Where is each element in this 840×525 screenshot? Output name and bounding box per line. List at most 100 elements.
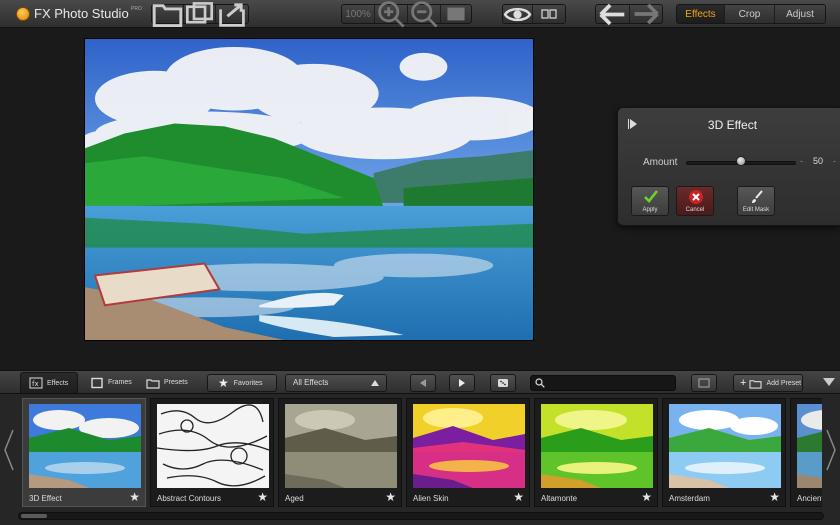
- browser-toolbar: fx Effects Frames Presets ★ Favorites Al…: [0, 370, 840, 394]
- favorite-star-icon[interactable]: ★: [385, 491, 396, 503]
- tab-frames[interactable]: Frames: [82, 372, 136, 393]
- effect-thumbnail[interactable]: Alien Skin ★: [406, 398, 530, 507]
- fit-screen-icon: [447, 7, 465, 21]
- compare-icon: [541, 9, 557, 19]
- preset-folder-icon: [146, 378, 160, 389]
- open-button[interactable]: [152, 3, 184, 27]
- thumbnail-scrollbar[interactable]: [18, 512, 824, 520]
- effects-browser: fx Effects Frames Presets ★ Favorites Al…: [0, 370, 840, 525]
- amount-increment[interactable]: -: [833, 156, 836, 166]
- fx-icon: fx: [29, 377, 43, 389]
- preset-folder-icon: [749, 379, 762, 389]
- effect-thumbnail[interactable]: Altamonte ★: [534, 398, 658, 507]
- checkmark-icon: [644, 190, 659, 203]
- effect-thumbnails: 3D Effect ★ Abstract Contours ★ Aged ★ A…: [18, 398, 822, 508]
- tab-effects-browser[interactable]: fx Effects: [20, 372, 78, 393]
- star-icon: ★: [218, 376, 229, 390]
- thumbnail-label: 3D Effect: [29, 494, 62, 503]
- zoom-button-group: 100%: [341, 1, 472, 28]
- scroll-right-button[interactable]: [825, 428, 837, 472]
- tab-effects[interactable]: Effects: [677, 5, 725, 23]
- thumbnail-image: [413, 404, 525, 488]
- thumbnail-image: [285, 404, 397, 488]
- zoom-level[interactable]: 100%: [342, 5, 375, 23]
- scrollbar-thumb[interactable]: [21, 514, 47, 518]
- edit-mask-button[interactable]: Edit Mask: [737, 186, 775, 216]
- add-preset-label: Add Preset: [766, 379, 802, 387]
- effect-title: 3D Effect: [707, 118, 758, 132]
- random-effect-button[interactable]: [490, 374, 516, 392]
- compare-button[interactable]: [533, 5, 565, 23]
- collapse-browser-icon[interactable]: [823, 378, 835, 386]
- search-input[interactable]: [549, 377, 673, 389]
- favorite-star-icon[interactable]: ★: [513, 491, 524, 503]
- amount-label: Amount: [643, 157, 678, 168]
- redo-button[interactable]: [630, 3, 662, 25]
- cancel-button-label: Cancel: [685, 207, 705, 213]
- share-button[interactable]: [216, 3, 248, 27]
- add-preset-button[interactable]: + Add Preset: [733, 374, 803, 392]
- top-toolbar: FX Photo Studio PRO 100% Effects Crop Ad…: [0, 0, 840, 28]
- panel-layout-icon: [698, 378, 710, 388]
- fit-screen-button[interactable]: [441, 5, 471, 23]
- redo-icon: [634, 3, 659, 25]
- app-title: FX Photo Studio: [34, 6, 129, 21]
- effect-thumbnail[interactable]: Amsterdam ★: [662, 398, 786, 507]
- apply-button[interactable]: Apply: [631, 186, 669, 216]
- zoom-out-icon: [411, 1, 438, 28]
- tab-presets[interactable]: Presets: [138, 372, 194, 393]
- mode-tabs: Effects Crop Adjust: [676, 4, 826, 24]
- chevron-left-icon: [4, 429, 14, 471]
- favorite-star-icon[interactable]: ★: [769, 491, 780, 503]
- previous-page-button[interactable]: [410, 374, 436, 392]
- preview-button[interactable]: [503, 5, 533, 23]
- effect-thumbnail[interactable]: Aged ★: [278, 398, 402, 507]
- tab-presets-label: Presets: [164, 379, 188, 386]
- zoom-out-button[interactable]: [408, 1, 441, 28]
- thumbnail-label: Ancient: [797, 494, 822, 503]
- thumbnail-label: Alien Skin: [413, 494, 449, 503]
- play-left-icon: [420, 379, 426, 387]
- amount-slider-handle[interactable]: [736, 156, 746, 166]
- effect-thumbnail[interactable]: 3D Effect ★: [22, 398, 146, 507]
- file-button-group: [151, 1, 249, 27]
- thumbnail-image: [157, 404, 269, 488]
- favorites-button[interactable]: ★ Favorites: [207, 374, 277, 392]
- effect-thumbnail[interactable]: Abstract Contours ★: [150, 398, 274, 507]
- undo-button[interactable]: [596, 3, 630, 25]
- thumbnail-label: Aged: [285, 494, 304, 503]
- favorite-star-icon[interactable]: ★: [641, 491, 652, 503]
- effects-category-select[interactable]: All Effects: [285, 374, 387, 392]
- thumbnail-label: Amsterdam: [669, 494, 710, 503]
- app-title-edition: PRO: [131, 6, 142, 12]
- scroll-left-button[interactable]: [3, 428, 15, 472]
- open-folder-icon: [152, 3, 183, 27]
- tab-adjust[interactable]: Adjust: [775, 5, 825, 23]
- zoom-in-button[interactable]: [375, 1, 408, 28]
- favorite-star-icon[interactable]: ★: [257, 491, 268, 503]
- svg-text:fx: fx: [32, 380, 39, 388]
- effect-thumbnail[interactable]: Ancient ★: [790, 398, 822, 507]
- amount-decrement[interactable]: -: [800, 156, 803, 166]
- apply-button-label: Apply: [642, 207, 658, 213]
- tab-frames-label: Frames: [108, 379, 132, 386]
- favorite-star-icon[interactable]: ★: [129, 491, 140, 503]
- edited-photo: [84, 38, 534, 341]
- history-button-group: [595, 3, 663, 25]
- effects-category-value: All Effects: [293, 378, 329, 387]
- next-page-button[interactable]: [449, 374, 475, 392]
- play-right-icon: [459, 379, 465, 387]
- tab-crop[interactable]: Crop: [725, 5, 775, 23]
- cancel-button[interactable]: Cancel: [676, 186, 714, 216]
- plus-icon: +: [740, 377, 747, 389]
- search-field: [530, 375, 676, 391]
- amount-value[interactable]: 50: [804, 156, 832, 170]
- thumbnail-label: Altamonte: [541, 494, 578, 503]
- undo-icon: [599, 3, 625, 25]
- layout-toggle-button[interactable]: [691, 374, 717, 392]
- thumbnail-image: [29, 404, 141, 488]
- browse-button[interactable]: [184, 1, 216, 24]
- edit-mask-button-label: Edit Mask: [742, 207, 770, 213]
- dropdown-arrow-icon: [371, 380, 379, 386]
- search-icon: [535, 378, 545, 388]
